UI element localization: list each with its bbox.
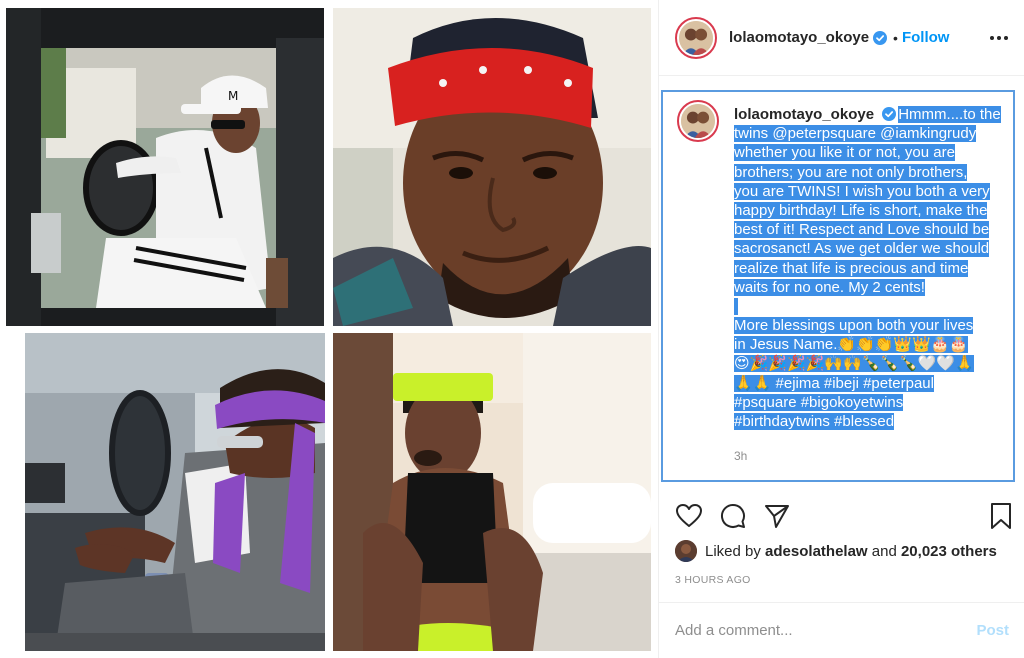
caption-text: lolaomotayo_okoye Hmmm....to the twins @… xyxy=(734,105,1004,431)
caption-line: realize that life is precious and time xyxy=(734,259,969,277)
follow-button[interactable]: Follow xyxy=(902,29,950,46)
likes-and: and xyxy=(871,542,897,560)
caption-line: #birthdaytwins #blessed xyxy=(734,413,895,431)
caption-line: 🙏🙏 #ejima #ibeji #peterpaul xyxy=(734,374,934,392)
caption-verified-badge-icon xyxy=(882,107,897,121)
post-image-collage[interactable]: M xyxy=(0,0,658,658)
caption-second-paragraph: More blessings upon both your lives in J… xyxy=(734,316,1004,431)
caption-line: twins @peterpsquare @iamkingrudy xyxy=(734,125,977,143)
caption-first-paragraph: lolaomotayo_okoye Hmmm....to the twins @… xyxy=(734,105,1004,297)
liker-avatar[interactable] xyxy=(675,540,697,562)
post-actions xyxy=(675,502,1015,530)
liker-username[interactable]: adesolathelaw xyxy=(765,543,868,560)
likes-count[interactable]: 20,023 others xyxy=(901,543,997,560)
verified-badge-icon xyxy=(873,30,888,45)
header-separator: • xyxy=(893,29,898,46)
caption-line: Hmmm....to the xyxy=(898,106,1001,123)
heart-icon[interactable] xyxy=(675,502,703,530)
photo-man-in-car-white-cap: M xyxy=(6,8,324,326)
caption-line: brothers; you are not only brothers, xyxy=(734,163,968,181)
more-options-icon[interactable] xyxy=(987,26,1011,50)
caption-line: whether you like it or not, you are xyxy=(734,144,955,162)
caption-username[interactable]: lolaomotayo_okoye xyxy=(734,106,874,123)
caption-selection: lolaomotayo_okoye Hmmm....to the twins @… xyxy=(661,90,1015,482)
comment-input[interactable] xyxy=(675,622,977,639)
svg-text:M: M xyxy=(228,89,238,103)
caption-line: in Jesus Name.👏👏👏👑👑🎂🎂 xyxy=(734,336,969,354)
comment-icon[interactable] xyxy=(719,502,747,530)
author-username[interactable]: lolaomotayo_okoye xyxy=(729,29,869,46)
bookmark-icon[interactable] xyxy=(987,502,1015,530)
caption-line: you are TWINS! I wish you both a very xyxy=(734,182,990,200)
likes-summary[interactable]: Liked by adesolathelaw and 20,023 others xyxy=(675,538,997,564)
post-details-panel: lolaomotayo_okoye • Follow lolaomotayo_o… xyxy=(658,0,1024,658)
post-comment-button[interactable]: Post xyxy=(976,622,1009,639)
caption-line: best of it! Respect and Love should be xyxy=(734,221,990,239)
caption-line: waits for no one. My 2 cents! xyxy=(734,278,925,296)
post-time-ago[interactable]: 3 HOURS AGO xyxy=(675,574,751,586)
caption-author-avatar[interactable] xyxy=(677,100,719,142)
caption-line: happy birthday! Life is short, make the xyxy=(734,202,988,220)
photo-closeup-red-bandana xyxy=(333,8,651,326)
caption-line: sacrosanct! As we get older we should xyxy=(734,240,990,258)
comment-bar: Post xyxy=(659,602,1024,658)
photo-man-in-car-purple-bandana xyxy=(25,333,325,651)
caption-line: #psquare #bigokoyetwins xyxy=(734,393,904,411)
share-icon[interactable] xyxy=(763,502,791,530)
photo-man-green-headband xyxy=(333,333,651,651)
post-header: lolaomotayo_okoye • Follow xyxy=(659,0,1024,76)
caption-line: More blessings upon both your lives xyxy=(734,317,974,335)
caption-line: 😍🎉🎉🎉🎉🙌🙌🍾🍾🍾🤍🤍🙏 xyxy=(734,355,974,373)
author-avatar[interactable] xyxy=(675,16,717,59)
caption-timestamp[interactable]: 3h xyxy=(734,449,747,463)
likes-prefix: Liked by xyxy=(705,542,761,560)
